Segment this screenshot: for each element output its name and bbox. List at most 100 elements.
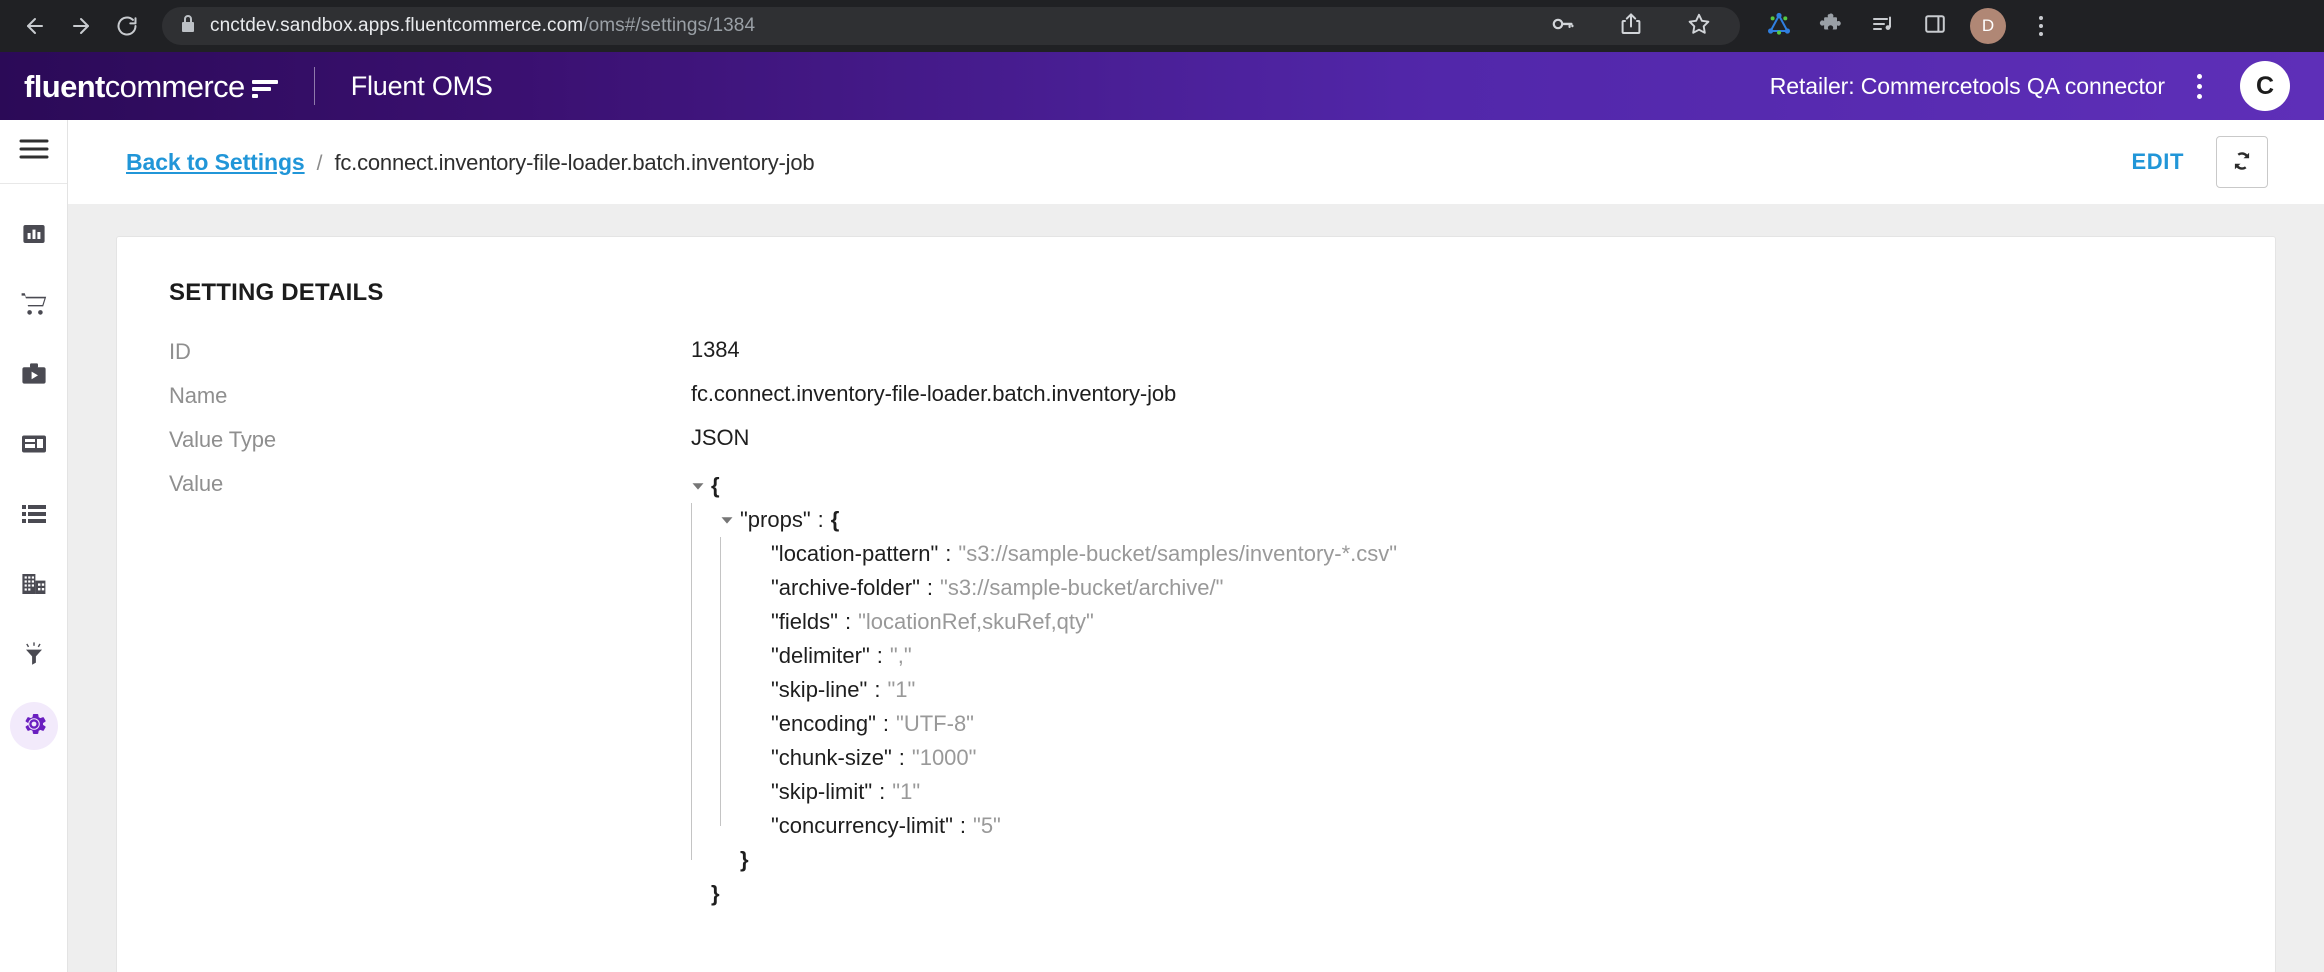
json-guide [691,673,720,707]
json-guide [720,639,749,673]
browser-menu-button[interactable] [2020,5,2062,47]
refresh-sync-icon [2229,148,2255,177]
edit-button[interactable]: EDIT [2127,141,2188,183]
detail-row-id: ID 1384 [169,337,2223,365]
bar-chart-icon [21,221,47,252]
user-avatar-initial: C [2256,72,2274,101]
json-entry-location-pattern: "location-pattern" : "s3://sample-bucket… [691,537,1397,571]
side-panel-button[interactable] [1914,5,1956,47]
json-guide [720,741,749,775]
header-divider [314,67,315,105]
sidebar-item-orders[interactable] [10,282,58,330]
logo-light-text: commerce [105,69,245,104]
json-entry-chunk-size: "chunk-size" : "1000" [691,741,1397,775]
app-body: Back to Settings / fc.connect.inventory-… [0,120,2324,972]
detail-value: JSON [691,425,749,451]
json-key: "concurrency-limit" [771,809,953,843]
json-colon: : [892,741,912,775]
sidebar-item-dashboard[interactable] [10,422,58,470]
back-to-settings-link[interactable]: Back to Settings [126,149,305,176]
share-icon [1620,12,1642,41]
funnel-icon [20,641,48,672]
json-colon: : [872,775,892,809]
browser-profile-avatar[interactable]: D [1970,8,2006,44]
json-guide [691,537,720,571]
json-value: "1" [892,775,920,809]
arrow-left-icon [23,14,47,38]
json-line-props-open: "props" : { [691,503,1397,537]
detail-row-value-type: Value Type JSON [169,425,2223,453]
lock-icon [180,15,196,38]
json-colon: : [870,639,890,673]
fluent-commerce-logo[interactable]: fluentcommerce [24,71,278,102]
graph-nodes-icon [1766,11,1792,42]
card-title: SETTING DETAILS [169,279,2223,307]
refresh-button[interactable] [2216,136,2268,188]
reading-list-button[interactable] [1862,5,1904,47]
setting-details-card: SETTING DETAILS ID 1384 Name fc.connect.… [116,236,2276,972]
chevron-down-icon[interactable] [691,479,711,493]
detail-label: ID [169,337,691,365]
json-guide [720,605,749,639]
puzzle-extension-icon [1819,12,1843,41]
json-close-brace: } [711,877,720,911]
browser-toolbar: cnctdev.sandbox.apps.fluentcommerce.com/… [0,0,2324,52]
json-value: "s3://sample-bucket/archive/" [940,571,1223,605]
sidebar-toggle-button[interactable] [0,120,67,184]
json-guide [691,707,720,741]
header-kebab-menu-button[interactable] [2187,68,2212,105]
bookmark-button[interactable] [1678,5,1720,47]
json-entry-encoding: "encoding" : "UTF-8" [691,707,1397,741]
json-key: "skip-line" [771,673,867,707]
forward-button[interactable] [60,5,102,47]
arrow-right-icon [69,14,93,38]
json-guide [720,775,749,809]
json-colon: : [811,503,831,537]
sidebar-item-settings[interactable] [10,702,58,750]
back-button[interactable] [14,5,56,47]
json-line-props-close: } [691,843,1397,877]
share-button[interactable] [1610,5,1652,47]
sidebar-item-rules[interactable] [10,632,58,680]
extensions-button[interactable] [1810,5,1852,47]
app-header-right: Retailer: Commercetools QA connector C [1770,61,2290,111]
json-value: "1000" [912,741,977,775]
address-bar[interactable]: cnctdev.sandbox.apps.fluentcommerce.com/… [162,7,1740,45]
detail-label: Value Type [169,425,691,453]
json-line-root-close: } [691,877,1397,911]
fluent-logo-mark-icon [252,80,278,98]
browser-menu-icon [2030,16,2052,36]
detail-value: 1384 [691,337,740,363]
sidebar-item-locations[interactable] [10,562,58,610]
json-key: "chunk-size" [771,741,892,775]
json-entry-delimiter: "delimiter" : "," [691,639,1397,673]
shopping-cart-icon [20,291,48,322]
json-guide [720,537,749,571]
chevron-down-icon[interactable] [720,513,740,527]
json-key: "archive-folder" [771,571,920,605]
user-avatar[interactable]: C [2240,61,2290,111]
sidebar-item-reports[interactable] [10,212,58,260]
topbar-actions: EDIT [2127,136,2268,188]
json-value: "s3://sample-bucket/samples/inventory-*.… [958,537,1397,571]
hamburger-menu-icon [19,138,49,165]
url-text: cnctdev.sandbox.apps.fluentcommerce.com/… [210,15,755,37]
browser-profile-initial: D [1982,16,1994,36]
json-guide [720,673,749,707]
graph-nodes-button[interactable] [1758,5,1800,47]
password-key-button[interactable] [1542,5,1584,47]
json-guide [691,503,720,537]
reload-button[interactable] [106,5,148,47]
sidebar-item-jobs[interactable] [10,352,58,400]
sidebar-item-list[interactable] [10,492,58,540]
building-icon [20,571,48,602]
detail-row-name: Name fc.connect.inventory-file-loader.ba… [169,381,2223,409]
sidebar-nav [10,184,58,772]
detail-label: Value [169,469,691,497]
json-value-tree: { "props" : { [691,469,1397,911]
left-sidebar [0,120,68,972]
breadcrumb-separator: / [317,152,323,176]
json-value: "5" [973,809,1001,843]
detail-label: Name [169,381,691,409]
json-guide [691,843,720,877]
